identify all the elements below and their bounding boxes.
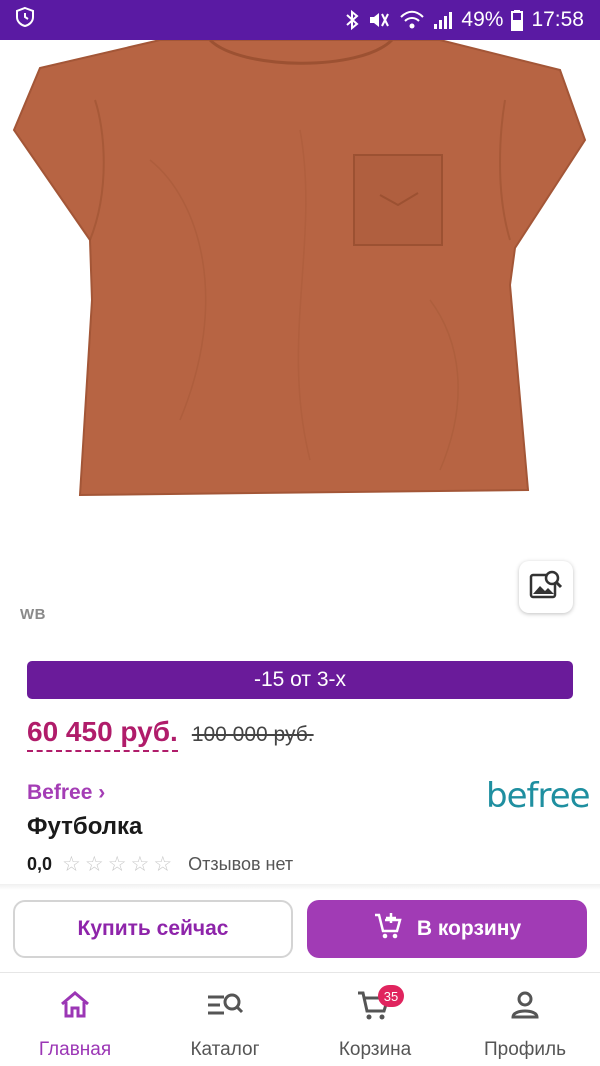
add-to-cart-icon [373,911,403,947]
rating-stars: ☆ ☆ ☆ ☆ ☆ [62,852,172,877]
profile-icon [509,985,541,1025]
buy-now-button[interactable]: Купить сейчас [13,900,293,958]
rating-value: 0,0 [27,854,53,874]
signal-icon [433,9,453,31]
star-icon: ☆ [84,853,104,876]
current-price[interactable]: 60 450 руб. [27,716,178,752]
add-to-cart-button[interactable]: В корзину [307,900,587,958]
brand-logo[interactable]: befree [486,776,591,816]
old-price: 100 000 руб. [191,723,314,746]
brand-link[interactable]: Befree › [27,781,105,805]
nav-catalog-label: Каталог [190,1039,260,1060]
bluetooth-icon [345,9,359,31]
mute-icon [367,9,391,31]
price-row: 60 450 руб. 100 000 руб. [27,716,314,752]
battery-percent: 49% [461,8,504,31]
rating-row[interactable]: 0,0 ☆ ☆ ☆ ☆ ☆ Отзывов нет [27,852,293,877]
nav-home[interactable]: Главная [0,973,150,1061]
nav-home-label: Главная [38,1039,112,1060]
catalog-search-icon [206,985,244,1025]
shield-clock-icon [14,6,36,34]
image-search-button[interactable] [519,561,573,613]
star-icon: ☆ [130,853,150,876]
nav-profile-label: Профиль [483,1039,567,1060]
star-icon: ☆ [153,853,173,876]
product-title: Футболка [27,813,143,840]
wifi-icon [399,9,425,31]
add-to-cart-label: В корзину [416,917,522,940]
battery-icon [511,9,524,31]
wb-mark: WB [20,606,46,623]
image-search-icon [529,569,563,606]
status-bar: 49% 17:58 [0,0,600,40]
nav-profile[interactable]: Профиль [450,973,600,1061]
cart-badge: 35 [378,985,404,1007]
nav-cart-label: Корзина [338,1039,412,1060]
status-right: 49% 17:58 [345,8,584,32]
t-shirt-image [12,38,587,497]
star-icon: ☆ [107,853,127,876]
product-image[interactable] [0,38,600,580]
nav-catalog[interactable]: Каталог [150,973,300,1061]
status-left [14,6,36,34]
star-icon: ☆ [62,853,81,876]
reviews-count: Отзывов нет [188,854,294,874]
clock-time: 17:58 [531,8,584,31]
divider [0,884,600,890]
promo-banner[interactable]: -15 от 3-х [27,661,573,699]
cart-icon: 35 [356,985,404,1025]
home-icon [58,985,92,1025]
bottom-nav: Главная Каталог 35 Корзина Профиль [0,972,600,1066]
nav-cart[interactable]: 35 Корзина [300,973,450,1061]
